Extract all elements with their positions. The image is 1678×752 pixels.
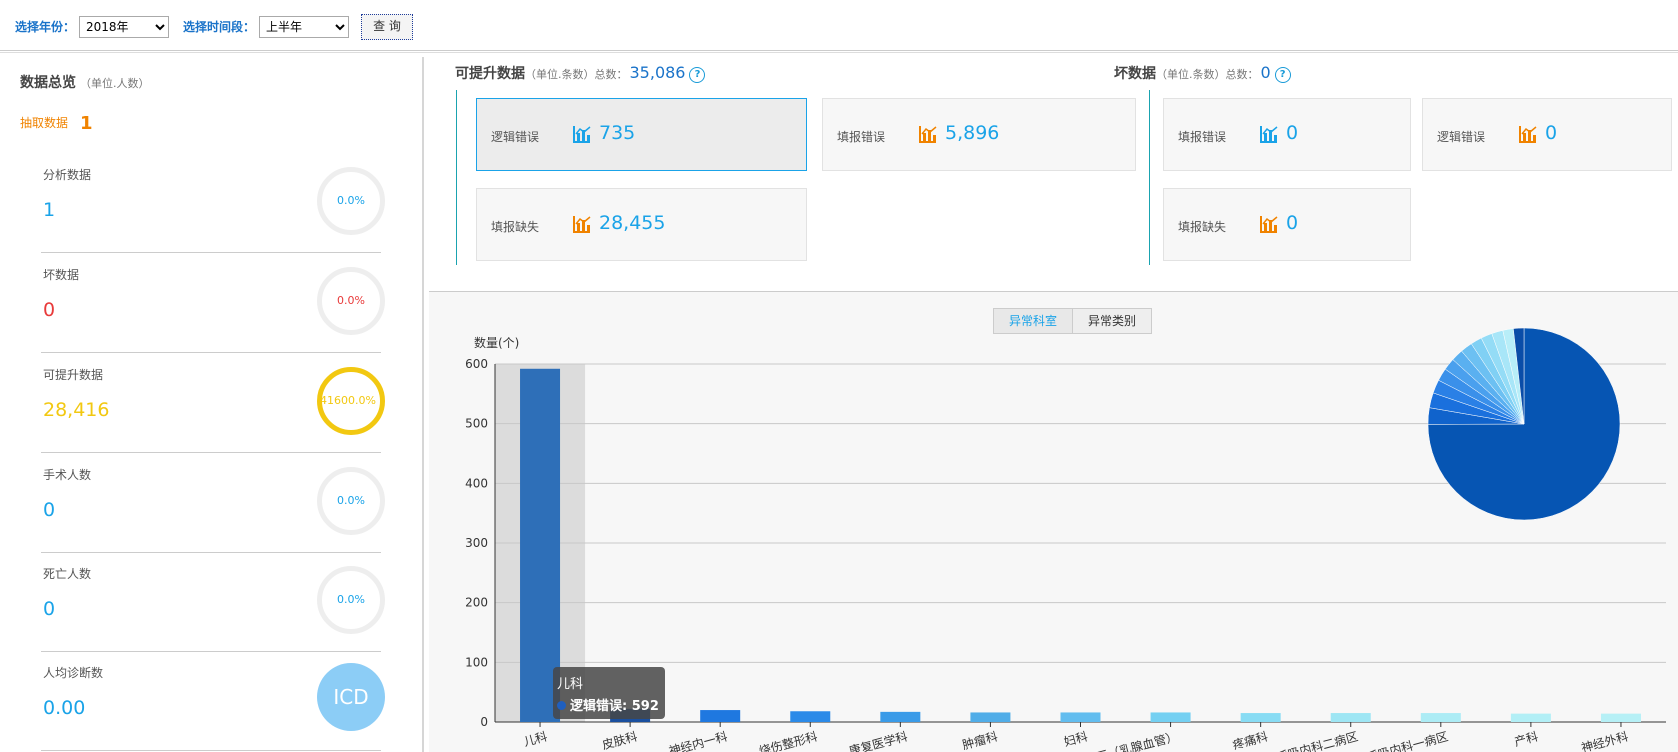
stat-analysis: 分析数据 1 0.0% <box>41 153 385 253</box>
stat-value: 28,416 <box>43 399 110 421</box>
stat-value: 0 <box>43 299 56 321</box>
divider <box>1149 90 1150 265</box>
divider <box>456 90 457 265</box>
stat-death: 死亡人数 0 0.0% <box>41 552 385 652</box>
help-icon[interactable]: ? <box>689 67 706 83</box>
help-icon[interactable]: ? <box>1274 67 1291 83</box>
tab-abnormal-category[interactable]: 异常类别 <box>1072 308 1152 334</box>
progress-ring: 0.0% <box>317 467 385 535</box>
card-logic-error[interactable]: 逻辑错误 735 <box>476 98 807 171</box>
stat-value: 0 <box>43 598 56 620</box>
year-label: 选择年份： <box>15 20 76 34</box>
stat-name: 分析数据 <box>43 168 92 182</box>
stat-improvable: 可提升数据 28,416 2841600.0% <box>41 353 385 453</box>
year-select[interactable]: 2018年 <box>79 16 169 38</box>
bar-chart-icon <box>919 126 937 143</box>
filter-bar: 选择年份： 2018年 选择时间段： 上半年 查 询 <box>0 0 1678 51</box>
card-bad-logic-error[interactable]: 逻辑错误 0 <box>1422 98 1672 171</box>
bar-chart-icon <box>1519 126 1537 143</box>
stat-surgery: 手术人数 0 0.0% <box>41 453 385 553</box>
extract-data: 抽取数据 1 <box>20 113 93 134</box>
stat-name: 死亡人数 <box>43 567 92 581</box>
card-bad-fill-error[interactable]: 填报错误 0 <box>1163 98 1411 171</box>
stat-name: 可提升数据 <box>43 368 104 382</box>
bar-chart-icon <box>1260 216 1278 233</box>
stat-diagnosis: 人均诊断数 0.00 ICD <box>41 651 385 751</box>
stat-value: 0.00 <box>43 697 86 719</box>
stat-name: 坏数据 <box>43 268 80 282</box>
stat-bad: 坏数据 0 0.0% <box>41 253 385 353</box>
bar-chart-icon <box>573 126 591 143</box>
bad-title: 坏数据（单位.条数）总数： 0? <box>1114 63 1291 83</box>
icd-icon: ICD <box>317 663 385 731</box>
bar-chart-icon <box>1260 126 1278 143</box>
stat-value: 0 <box>43 499 56 521</box>
data-cards-panel: 可提升数据（单位.条数）总数： 35,086? 坏数据（单位.条数）总数： 0? 逻… <box>429 57 1678 292</box>
divider <box>0 52 1678 53</box>
stat-value: 1 <box>43 199 56 221</box>
overview-panel: 数据总览 （单位.人数） 抽取数据 1 分析数据 1 0.0% 坏数据 0 0.0%… <box>0 57 424 752</box>
tab-abnormal-department[interactable]: 异常科室 <box>993 308 1073 334</box>
card-fill-missing[interactable]: 填报缺失 28,455 <box>476 188 807 261</box>
progress-ring: 0.0% <box>317 167 385 235</box>
progress-ring: 2841600.0% <box>317 367 385 435</box>
progress-ring: 0.0% <box>317 566 385 634</box>
stat-name: 手术人数 <box>43 468 92 482</box>
improvable-title: 可提升数据（单位.条数）总数： 35,086? <box>455 63 706 83</box>
card-bad-fill-missing[interactable]: 填报缺失 0 <box>1163 188 1411 261</box>
bar-chart-icon <box>573 216 591 233</box>
stat-name: 人均诊断数 <box>43 666 104 680</box>
chart-tooltip: 儿科 逻辑错误: 592 <box>553 667 665 719</box>
period-select[interactable]: 上半年 <box>259 16 349 38</box>
query-button[interactable]: 查 询 <box>361 14 413 40</box>
progress-ring: 0.0% <box>317 267 385 335</box>
period-label: 选择时间段： <box>183 20 256 34</box>
overview-title: 数据总览 （单位.人数） <box>20 75 150 91</box>
card-fill-error[interactable]: 填报错误 5,896 <box>822 98 1136 171</box>
